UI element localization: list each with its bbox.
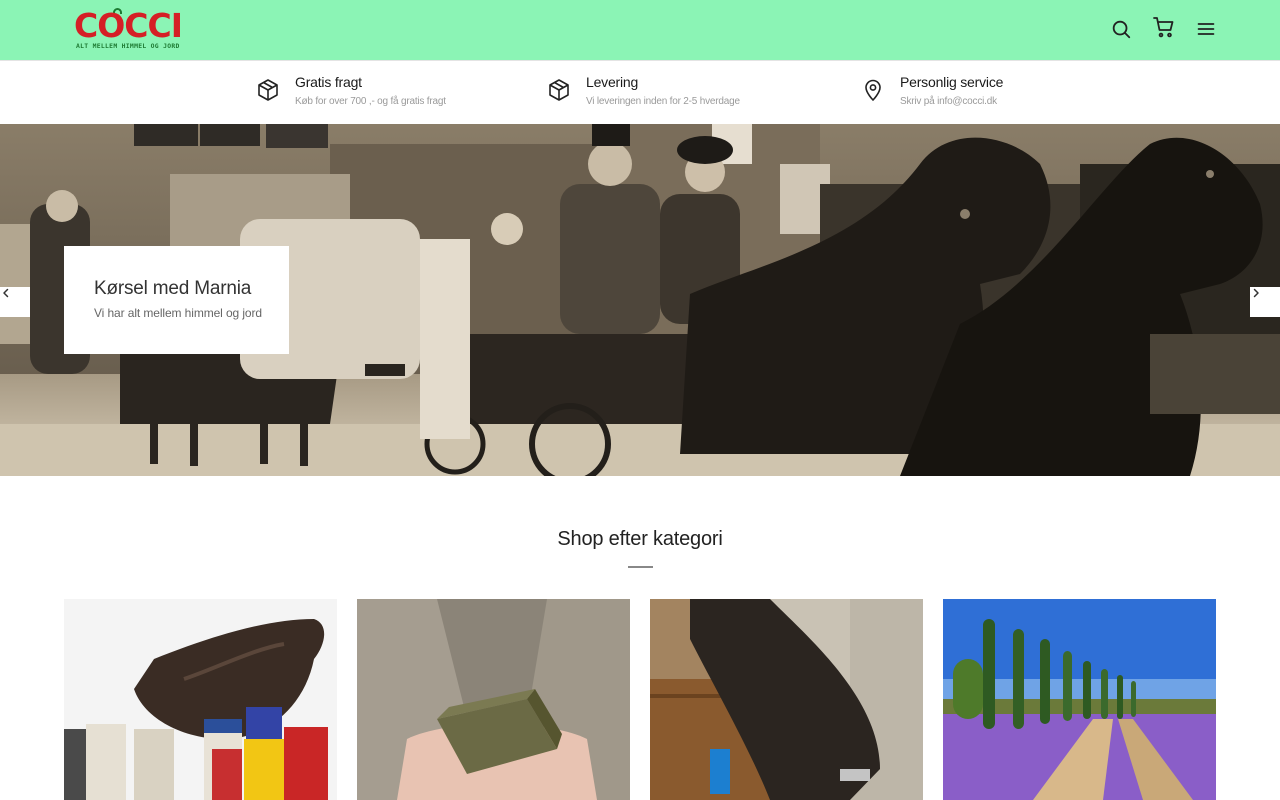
features-bar: Gratis fragt Køb for over 700 ,- og få g… [0, 61, 1280, 124]
package-icon [547, 78, 573, 104]
search-icon[interactable] [1108, 16, 1134, 42]
cart-icon[interactable] [1151, 14, 1177, 40]
category-card[interactable] [943, 599, 1216, 800]
hero-next-button[interactable] [1250, 287, 1280, 317]
chevron-left-icon [3, 288, 9, 298]
category-card[interactable] [357, 599, 630, 800]
hero-caption-card: Kørsel med Marnia Vi har alt mellem himm… [64, 246, 289, 354]
brand-logo[interactable]: COCCI ALT MELLEM HIMMEL OG JORD [74, 8, 183, 54]
site-header: COCCI ALT MELLEM HIMMEL OG JORD [0, 0, 1280, 61]
package-icon [256, 78, 282, 104]
menu-icon[interactable] [1193, 16, 1219, 42]
hero-title: Kørsel med Marnia [94, 278, 252, 299]
feature-subtitle: Vi leveringen inden for 2-5 hverdage [586, 96, 740, 107]
feature-title: Levering [586, 74, 639, 90]
section-divider [628, 566, 653, 568]
logo-wordmark: COCCI [74, 6, 183, 45]
category-image [64, 599, 337, 800]
hero-prev-button[interactable] [0, 287, 30, 317]
map-pin-icon [861, 78, 887, 104]
chevron-right-icon [1253, 288, 1259, 298]
feature-subtitle: Skriv på info@cocci.dk [900, 96, 997, 107]
logo-tagline: ALT MELLEM HIMMEL OG JORD [76, 42, 180, 50]
category-image [650, 599, 923, 800]
category-image [357, 599, 630, 800]
category-card[interactable] [650, 599, 923, 800]
category-card[interactable] [64, 599, 337, 800]
hero-slider: Kørsel med Marnia Vi har alt mellem himm… [0, 124, 1280, 476]
hero-subtitle: Vi har alt mellem himmel og jord [94, 306, 262, 320]
feature-title: Personlig service [900, 74, 1004, 90]
feature-subtitle: Køb for over 700 ,- og få gratis fragt [295, 96, 446, 107]
feature-title: Gratis fragt [295, 74, 362, 90]
category-image [943, 599, 1216, 800]
category-section-title: Shop efter kategori [557, 528, 723, 550]
